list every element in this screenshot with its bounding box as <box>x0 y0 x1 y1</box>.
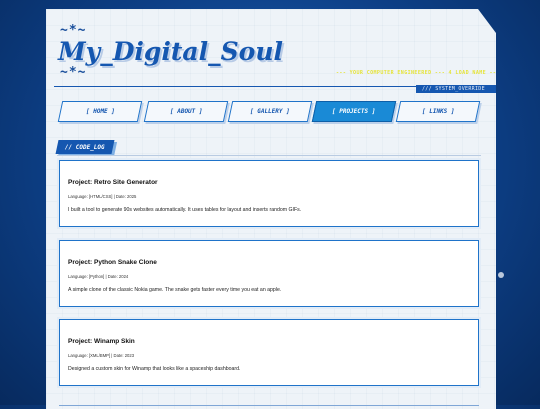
section-divider <box>57 155 481 156</box>
nav-gallery-label: [ GALLERY ] <box>250 108 290 115</box>
bottom-divider <box>59 405 479 406</box>
site-title: My_Digital_Soul <box>58 37 283 66</box>
marquee-ticker: --- YOUR COMPUTER ENGINEERED --- 4 LOAD … <box>336 70 500 76</box>
nav-projects[interactable]: [ PROJECTS ] <box>311 101 397 122</box>
nav-about-label: [ ABOUT ] <box>169 108 203 115</box>
project-card: Project: Winamp Skin Language: [XML/BMP]… <box>59 319 479 386</box>
project-title: Project: Retro Site Generator <box>68 179 158 186</box>
scroll-indicator[interactable] <box>498 272 504 278</box>
system-badge: /// SYSTEM_OVERRIDE /// <box>416 85 496 100</box>
section-header-label: // CODE_LOG <box>65 143 105 151</box>
nav-gallery[interactable]: [ GALLERY ] <box>227 101 313 122</box>
project-title: Project: Winamp Skin <box>68 338 135 345</box>
project-description: Designed a custom skin for Winamp that l… <box>68 366 241 372</box>
nav-home-label: [ HOME ] <box>85 108 115 115</box>
main-panel: ~*~ My_Digital_Soul ~*~ --- YOUR COMPUTE… <box>46 9 496 409</box>
nav-links[interactable]: [ LINKS ] <box>395 101 481 122</box>
logo-asterisk-bottom: ~*~ <box>60 65 87 80</box>
project-card: Project: Python Snake Clone Language: [P… <box>59 240 479 307</box>
nav-home[interactable]: [ HOME ] <box>57 101 143 122</box>
logo-asterisk-top: ~*~ <box>60 23 87 38</box>
project-meta: Language: [XML/BMP] | Date: 2023 <box>68 353 135 358</box>
project-description: A simple clone of the classic Nokia game… <box>68 287 282 293</box>
nav-links-label: [ LINKS ] <box>421 108 455 115</box>
nav-about[interactable]: [ ABOUT ] <box>143 101 229 122</box>
nav-projects-label: [ PROJECTS ] <box>332 108 376 115</box>
project-meta: Language: [HTML/CSS] | Date: 2025 <box>68 194 137 199</box>
project-description: I built a tool to generate 90s websites … <box>68 207 302 213</box>
project-card: Project: Retro Site Generator Language: … <box>59 160 479 227</box>
section-header: // CODE_LOG <box>55 140 115 154</box>
project-title: Project: Python Snake Clone <box>68 259 157 266</box>
project-meta: Language: [Python] | Date: 2024 <box>68 274 129 279</box>
